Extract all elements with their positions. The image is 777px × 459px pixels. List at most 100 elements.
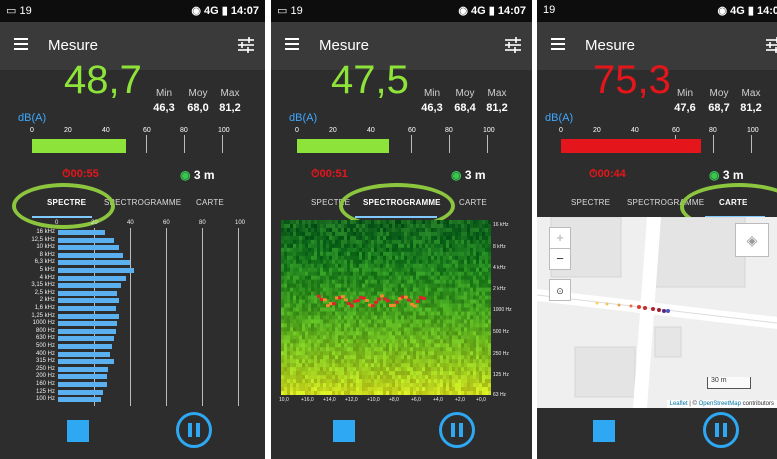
spectrum-band-label: 8 kHz: [39, 251, 55, 258]
max-value: 81,2: [219, 102, 241, 114]
spectro-y-label: 16 kHz: [493, 222, 509, 228]
spectrum-gridline: [238, 228, 239, 406]
location-icon: ◉: [180, 168, 191, 182]
spectrum-band-label: 100 Hz: [35, 396, 55, 403]
stop-button[interactable]: [593, 420, 615, 442]
level-bar: [32, 139, 126, 153]
tab-spectrogramme[interactable]: SPECTROGRAMME: [104, 198, 181, 207]
spectrum-bar: [58, 374, 107, 380]
spectro-y-label: 125 Hz: [493, 372, 509, 378]
spectrogram-x-axis: 10,0 +16,0 +14,0 +12,0 +10,0 +8,0 +6,0 +…: [279, 397, 494, 407]
spectrum-x-tick: 60: [163, 220, 170, 226]
spectro-y-label: 500 Hz: [493, 329, 509, 335]
location-icon: ◉: [709, 168, 720, 182]
distance-value: 3 m: [722, 168, 744, 182]
layers-button[interactable]: ◈: [735, 223, 769, 257]
scale-tick-label: 80: [445, 127, 453, 134]
spectro-x-label: +4,0: [433, 397, 443, 403]
spectro-tone: [404, 295, 408, 299]
spectrum-x-tick: 0: [55, 220, 59, 226]
max-value: 81,2: [740, 102, 762, 114]
leaflet-link[interactable]: Leaflet: [670, 401, 688, 407]
zoom-in-button[interactable]: +: [549, 227, 571, 249]
menu-icon[interactable]: [551, 38, 565, 50]
max-label: Max: [487, 88, 507, 99]
layers-icon: ◈: [746, 232, 758, 248]
min-label: Min: [423, 88, 441, 99]
spectro-tone: [380, 294, 384, 298]
scale-tick-label: 40: [367, 127, 375, 134]
pause-button[interactable]: [703, 412, 739, 448]
spectrum-band-label: 125 Hz: [35, 388, 55, 395]
spectro-x-label: +14,0: [323, 397, 336, 403]
settings-sliders-icon[interactable]: [765, 36, 777, 54]
timer: ⏱00:44: [589, 168, 626, 180]
spectro-x-label: +2,0: [455, 397, 465, 403]
db-unit-label: dB(A): [545, 112, 574, 124]
spectro-tone: [377, 297, 381, 301]
spectro-x-label: +8,0: [389, 397, 399, 403]
pause-button[interactable]: [176, 412, 212, 448]
map-view[interactable]: + − ⊙ ◈ 30 m Leaflet | © OpenStreetMap c…: [537, 217, 777, 408]
spectro-tone: [356, 299, 360, 302]
spectro-tone: [350, 304, 354, 308]
tab-carte[interactable]: CARTE: [459, 198, 487, 207]
spectro-x-label: +0,0: [476, 397, 486, 403]
spectrum-gridline: [202, 228, 203, 406]
avg-value: 68,0: [187, 102, 209, 114]
scale-tick-label: 80: [180, 127, 188, 134]
spectrum-bar: [58, 268, 134, 273]
min-value: 47,6: [674, 102, 696, 114]
tab-carte[interactable]: CARTE: [196, 198, 224, 207]
spectrum-x-tick: 80: [199, 220, 206, 226]
osm-link[interactable]: OpenStreetMap: [699, 401, 741, 407]
phone-carte: 19 ◉ 4G ▮ 14:0 Mesure dB(A) 75,3 Min 47,…: [537, 0, 777, 459]
menu-icon[interactable]: [14, 38, 28, 50]
max-value: 81,2: [486, 102, 508, 114]
pause-button[interactable]: [439, 412, 475, 448]
spectrum-bar: [58, 245, 120, 251]
spectrum-band-label: 400 Hz: [35, 350, 55, 357]
scale-tick-label: 100: [483, 127, 495, 134]
stop-button[interactable]: [67, 420, 89, 442]
zoom-out-button[interactable]: −: [549, 248, 571, 270]
spectrum-band-label: 16 kHz: [36, 229, 55, 235]
status-bar: ▭ 19 ◉ 4G ▮ 14:07: [0, 0, 265, 22]
spectro-tone: [341, 295, 345, 299]
tab-spectre[interactable]: SPECTRE: [571, 198, 610, 207]
spectrum-bar: [58, 397, 102, 403]
spectrum-gridline: [166, 228, 167, 406]
scale-tick-label: 20: [593, 127, 601, 134]
stop-button[interactable]: [333, 420, 355, 442]
timer: ⏱00:51: [311, 168, 348, 180]
avg-label: Moy: [455, 88, 475, 99]
map-scale: 30 m: [707, 377, 751, 389]
db-unit-label: dB(A): [289, 112, 318, 124]
spectrum-bar: [58, 321, 118, 327]
status-right: ◉ 4G ▮ 14:07: [191, 5, 259, 17]
spectrum-bar: [58, 230, 105, 235]
spectrum-x-tick: 40: [127, 220, 134, 226]
spectrum-bar: [58, 260, 130, 266]
spectrum-chart: 0 20 40 60 80 100 16 kHz 12,5 kHz 10 kHz 8 kHz 6,3…: [0, 218, 265, 408]
scale-tick-label: 20: [329, 127, 337, 134]
avg-label: Moy: [188, 88, 208, 99]
status-left: 19: [543, 4, 556, 16]
locate-button[interactable]: ⊙: [549, 279, 571, 301]
page-title: Mesure: [48, 37, 99, 54]
avg-value: 68,7: [708, 102, 730, 114]
menu-icon[interactable]: [285, 38, 299, 50]
spectrum-x-tick: 100: [235, 220, 246, 226]
spectro-y-label: 1000 Hz: [493, 307, 512, 313]
settings-sliders-icon[interactable]: [504, 36, 522, 54]
spectrum-band-label: 12,5 kHz: [31, 236, 55, 243]
scale-tick-label: 40: [631, 127, 639, 134]
spectro-tone: [317, 294, 321, 298]
settings-sliders-icon[interactable]: [237, 36, 255, 54]
spectrum-band-label: 4 kHz: [39, 274, 55, 281]
spectrogram-chart: [281, 220, 491, 395]
locate-icon: ⊙: [556, 286, 564, 296]
spectrum-bar: [58, 382, 107, 387]
spectrum-x-tick: 20: [91, 220, 98, 226]
spectro-tone: [386, 299, 390, 303]
